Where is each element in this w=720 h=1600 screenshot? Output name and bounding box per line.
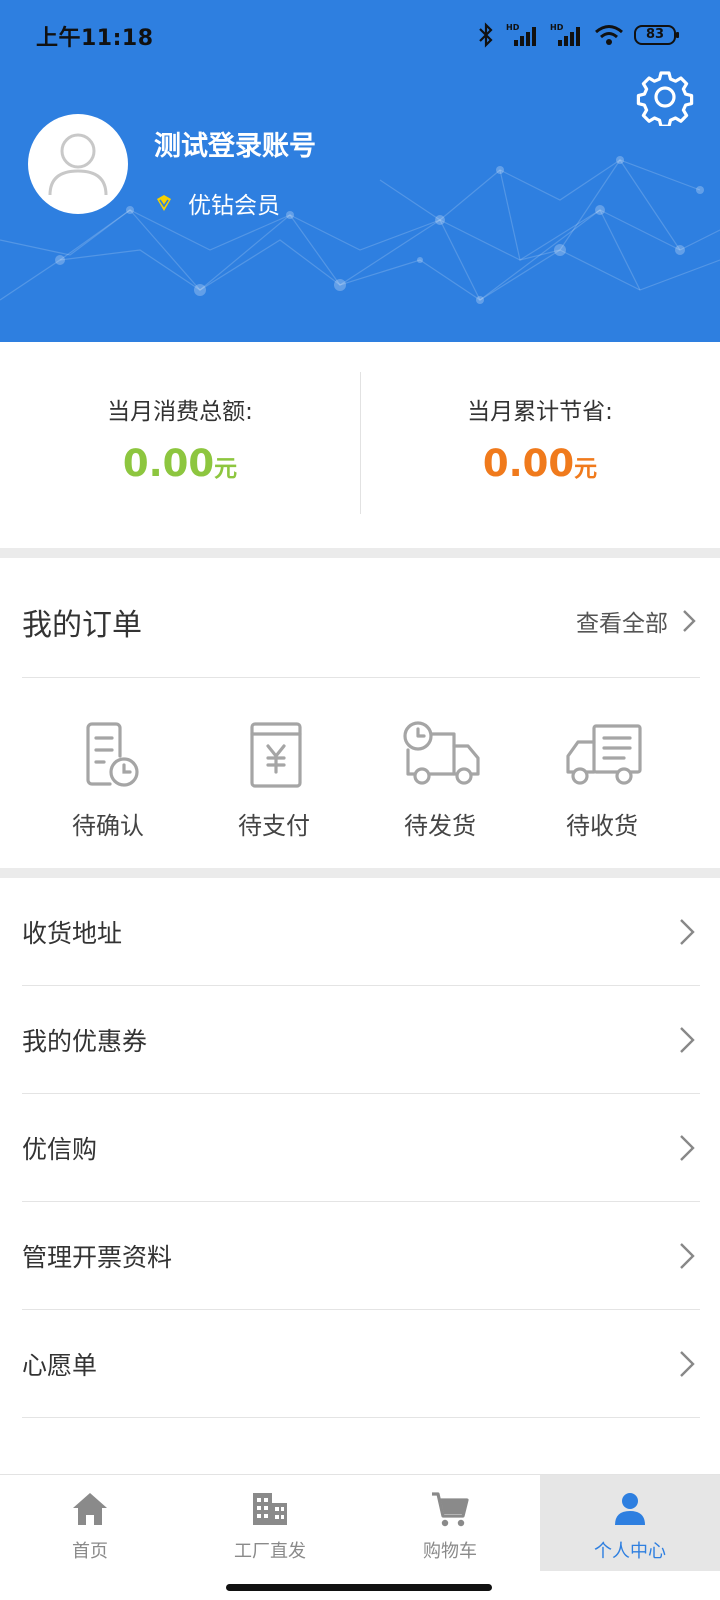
avatar[interactable] <box>28 114 128 214</box>
chevron-right-icon <box>680 919 695 945</box>
status-icons: HD HD 83 <box>476 20 679 50</box>
menu-item-label: 管理开票资料 <box>22 1243 173 1272</box>
document-clock-icon <box>86 722 139 787</box>
order-status-label: 待确认 <box>72 812 144 840</box>
monthly-summary: 当月消费总额: 0.00元 当月累计节省: 0.00元 <box>0 342 720 548</box>
chevron-right-icon <box>680 1027 695 1053</box>
svg-text:HD: HD <box>506 23 520 32</box>
order-status-label: 待收货 <box>566 812 638 840</box>
orders-title: 我的订单 <box>22 608 142 643</box>
chevron-right-icon <box>680 1243 695 1269</box>
person-icon <box>615 1493 645 1525</box>
cart-icon <box>432 1492 469 1527</box>
tab-label: 首页 <box>72 1541 108 1562</box>
view-all-label: 查看全部 <box>576 611 668 637</box>
menu-item-label: 我的优惠券 <box>22 1027 148 1056</box>
section-separator <box>0 868 720 878</box>
membership-row: 优钻会员 <box>154 186 280 220</box>
orders-header: 我的订单 查看全部 <box>0 558 720 678</box>
tab-label: 购物车 <box>423 1541 477 1562</box>
monthly-saved-value: 0.00 <box>482 442 575 485</box>
monthly-saved-unit: 元 <box>574 456 598 482</box>
gear-icon <box>636 71 694 128</box>
diamond-badge-icon <box>157 195 171 211</box>
tab-label: 个人中心 <box>594 1541 666 1562</box>
delivery-truck-icon <box>566 724 642 785</box>
menu-item-youxingou[interactable]: 优信购 <box>0 1094 720 1202</box>
monthly-saved-label: 当月累计节省: <box>467 399 613 425</box>
monthly-spend-amount: 0.00元 <box>0 442 360 485</box>
user-placeholder-icon <box>48 133 108 196</box>
factory-building-icon <box>253 1493 287 1525</box>
monthly-spend-block: 当月消费总额: 0.00元 <box>0 342 360 548</box>
monthly-saved-block: 当月累计节省: 0.00元 <box>360 342 720 548</box>
signal-hd-icon: HD <box>506 23 536 46</box>
order-status-pending-confirm[interactable]: 待确认 <box>28 700 188 850</box>
bottom-tab-bar: 首页 工厂直发 购物车 个人中心 <box>0 1474 720 1574</box>
order-status-pending-shipment[interactable]: 待发货 <box>360 700 520 850</box>
order-status-label: 待发货 <box>404 812 476 840</box>
status-bar: 上午11:18 HD HD 83 <box>0 0 720 70</box>
menu-item-label: 收货地址 <box>22 919 123 948</box>
signal-hd-icon: HD <box>550 23 580 46</box>
tab-profile[interactable]: 个人中心 <box>540 1475 720 1571</box>
menu-item-label: 优信购 <box>22 1135 98 1164</box>
membership-label: 优钻会员 <box>188 193 280 219</box>
chevron-right-icon <box>680 1351 695 1377</box>
order-status-label: 待支付 <box>238 812 310 840</box>
home-icon <box>73 1493 107 1525</box>
view-all-orders-link[interactable]: 查看全部 <box>576 604 696 638</box>
battery-indicator: 83 <box>634 25 679 45</box>
monthly-spend-value: 0.00 <box>122 442 215 485</box>
tab-home[interactable]: 首页 <box>0 1475 180 1571</box>
order-status-pending-payment[interactable]: 待支付 <box>194 700 354 850</box>
order-status-pending-receipt[interactable]: 待收货 <box>522 700 682 850</box>
monthly-spend-unit: 元 <box>214 456 238 482</box>
wifi-icon <box>595 25 623 45</box>
menu-item-label: 心愿单 <box>22 1351 98 1380</box>
section-separator <box>0 548 720 558</box>
truck-clock-icon <box>403 721 480 785</box>
tab-cart[interactable]: 购物车 <box>360 1475 540 1571</box>
yuan-bill-icon <box>250 722 302 788</box>
chevron-right-icon <box>680 1135 695 1161</box>
bluetooth-icon <box>479 22 493 48</box>
menu-item-wishlist[interactable]: 心愿单 <box>0 1310 720 1418</box>
tab-label: 工厂直发 <box>234 1541 306 1562</box>
user-name: 测试登录账号 <box>154 131 316 162</box>
monthly-saved-amount: 0.00元 <box>360 442 720 485</box>
divider <box>22 677 700 678</box>
home-indicator <box>226 1584 492 1591</box>
tab-factory-direct[interactable]: 工厂直发 <box>180 1475 360 1571</box>
menu-item-coupons[interactable]: 我的优惠券 <box>0 986 720 1094</box>
divider <box>22 1417 700 1418</box>
profile-header: 上午11:18 HD HD 83 测试登录账号 优钻会员 <box>0 0 720 342</box>
menu-item-invoice-info[interactable]: 管理开票资料 <box>0 1202 720 1310</box>
monthly-spend-label: 当月消费总额: <box>107 399 253 425</box>
svg-text:HD: HD <box>550 23 564 32</box>
menu-item-shipping-address[interactable]: 收货地址 <box>0 878 720 986</box>
settings-button[interactable] <box>636 68 694 128</box>
chevron-right-icon <box>683 610 696 632</box>
status-time: 上午11:18 <box>36 26 154 51</box>
